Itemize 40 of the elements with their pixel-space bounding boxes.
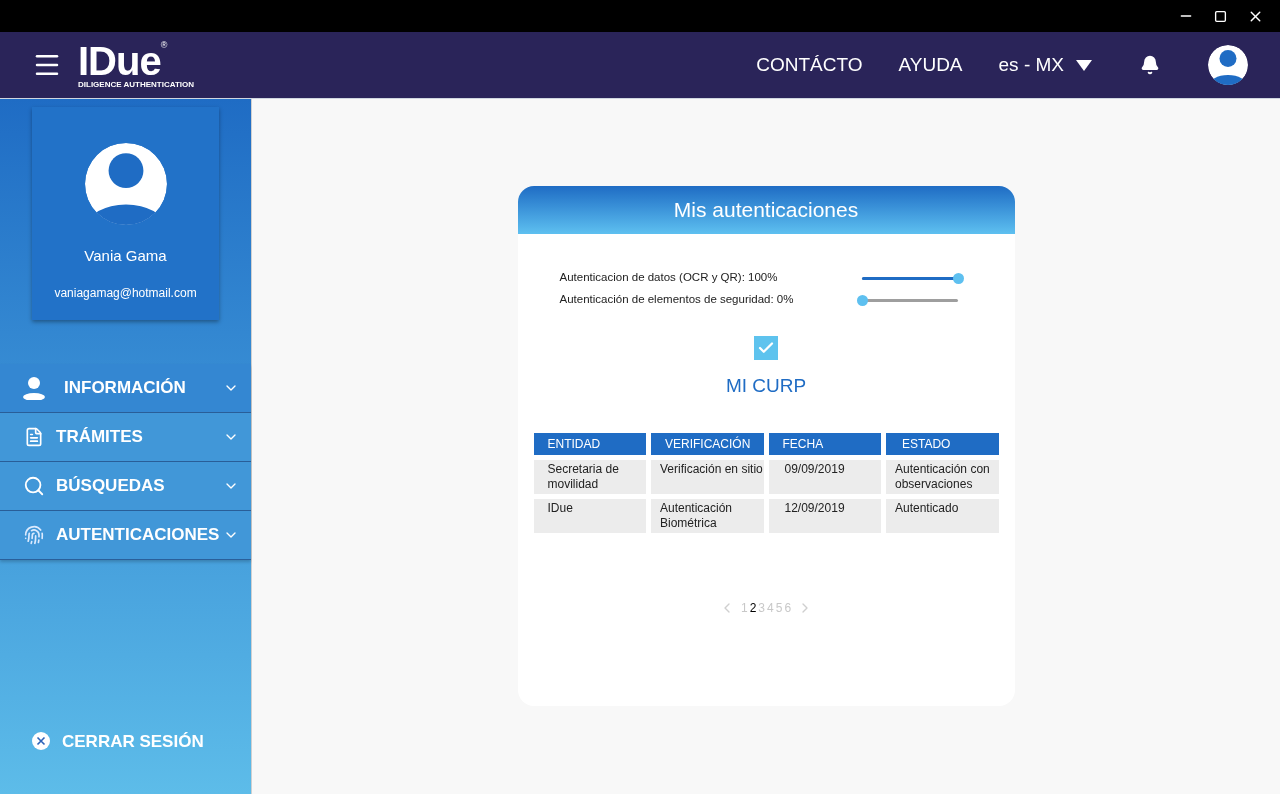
column-header: VERIFICACIÓN (651, 432, 764, 455)
logo: IDue® DILIGENCE AUTHENTICATION (78, 41, 194, 89)
table-cell: Autenticación con observaciones (886, 459, 999, 494)
table-cell: Secretaria de movilidad (533, 459, 646, 494)
nav-link[interactable]: CONTÁCTO (756, 50, 863, 80)
search-icon (23, 475, 45, 497)
page-number[interactable]: 2 (749, 598, 757, 617)
sidebar-item[interactable]: INFORMACIÓN (0, 364, 251, 413)
card-title: Mis autenticaciones (673, 197, 859, 224)
table-cell: IDue (533, 498, 646, 533)
sidebar-item[interactable]: AUTENTICACIONES (0, 511, 251, 560)
fingerprint-icon (24, 525, 44, 545)
slider-thumb[interactable] (856, 294, 868, 306)
sidebar-item[interactable]: BÚSQUEDAS (0, 462, 251, 511)
column-header: FECHA (768, 432, 881, 455)
maximize-icon[interactable] (1214, 9, 1227, 23)
column-header: ESTADO (886, 432, 999, 455)
table-cell: 12/09/2019 (768, 498, 881, 533)
table-cell: Autenticación Biométrica (651, 498, 764, 533)
document-icon (24, 427, 44, 447)
language-dropdown[interactable]: es - MX (998, 50, 1092, 80)
column-header: ENTIDAD (533, 432, 646, 455)
caret-icon (1076, 59, 1092, 71)
table-cell: 09/09/2019 (768, 459, 881, 494)
progress-label: Autenticación de elementos de seguridad: 0% (559, 292, 795, 308)
document-checkbox[interactable] (754, 336, 778, 360)
document-title: MI CURP (725, 374, 807, 398)
sidebar-item[interactable]: TRÁMITES (0, 413, 251, 462)
nav-link[interactable]: AYUDA (898, 50, 963, 80)
table-cell: Autenticado (886, 498, 999, 533)
close-circle-icon (32, 732, 50, 751)
slider-thumb[interactable] (952, 272, 964, 284)
logout-button[interactable]: CERRAR SESIÓN (32, 728, 251, 754)
person-icon (22, 376, 46, 400)
bell-icon[interactable] (1140, 55, 1160, 75)
user-email: vaniagamag@hotmail.com (54, 284, 197, 302)
user-avatar (1208, 45, 1248, 85)
user-name: Vania Gama (84, 246, 167, 266)
table-cell: Verificación en sitio (651, 459, 764, 494)
progress-label: Autenticacion de datos (OCR y QR): 100% (559, 270, 779, 286)
